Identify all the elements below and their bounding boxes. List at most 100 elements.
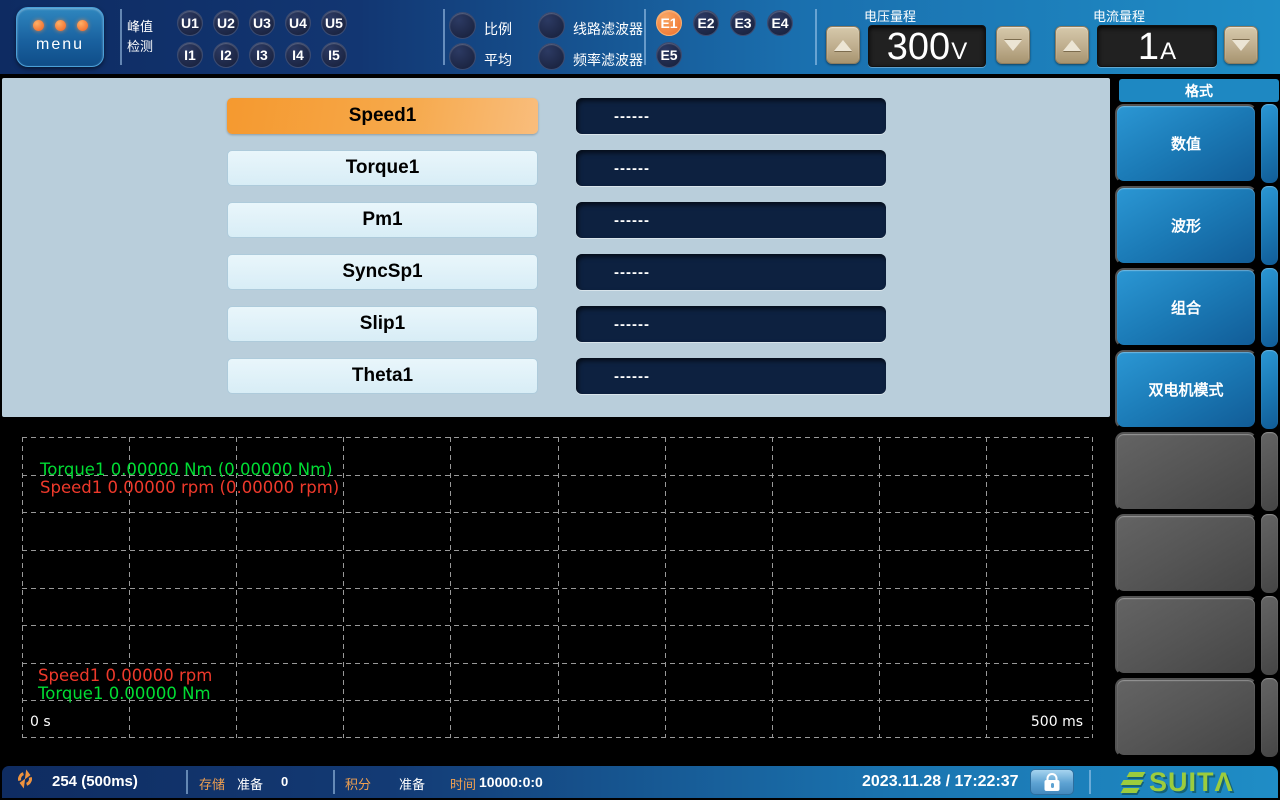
current-range-value: 1	[1138, 27, 1159, 67]
store-status: 准备	[237, 774, 263, 793]
chart-x-end-label: 500 ms	[1031, 713, 1083, 731]
ratio-label: 比例	[484, 19, 512, 39]
element-button-e3[interactable]: E3	[730, 10, 756, 36]
status-bar: 254 (500ms) 存储 准备 0 积分 准备 时间 10000:0:0 2…	[2, 766, 1278, 798]
store-count: 0	[281, 774, 288, 789]
current-range-display: 1 A	[1097, 25, 1217, 67]
value-display-syncsp1: ------	[576, 254, 886, 290]
current-range-label: 电流量程	[1093, 6, 1145, 25]
chart-x-start-label: 0 s	[30, 713, 51, 731]
ratio-indicator	[449, 12, 476, 39]
divider	[333, 770, 335, 794]
menu-dots-icon	[33, 20, 88, 31]
element-button-e5[interactable]: E5	[656, 42, 682, 68]
voltage-range-value: 300	[887, 27, 950, 67]
sidebar-button-empty-1[interactable]	[1115, 432, 1257, 511]
up-arrow-icon	[834, 40, 852, 51]
voltage-range-label: 电压量程	[864, 6, 916, 25]
peak-detect-line1: 峰值	[127, 17, 153, 37]
sidebar-strip-empty-2[interactable]	[1261, 514, 1278, 593]
suita-logo: SUITΛ	[1122, 766, 1234, 798]
peak-detect-line2: 检测	[127, 37, 153, 57]
indicator-u2: U2	[213, 10, 239, 36]
logo-bars-icon	[1122, 772, 1144, 793]
indicator-u3: U3	[249, 10, 275, 36]
sidebar-strip-empty-4[interactable]	[1261, 678, 1278, 757]
indicator-i3: I3	[249, 42, 275, 68]
indicator-u5: U5	[321, 10, 347, 36]
value-display-theta1: ------	[576, 358, 886, 394]
sidebar-strip-empty-1[interactable]	[1261, 432, 1278, 511]
sidebar-strip-numeric[interactable]	[1261, 104, 1278, 183]
value-display-torque1: ------	[576, 150, 886, 186]
line-filter-label: 线路滤波器	[573, 19, 643, 39]
voltage-range-unit: V	[951, 38, 967, 66]
current-range-unit: A	[1160, 38, 1176, 66]
indicator-i1: I1	[177, 42, 203, 68]
voltage-range-down-button[interactable]	[996, 26, 1030, 64]
line-filter-indicator	[538, 12, 565, 39]
indicator-i4: I4	[285, 42, 311, 68]
average-indicator	[449, 43, 476, 70]
sidebar-strip-waveform[interactable]	[1261, 186, 1278, 265]
current-range-up-button[interactable]	[1055, 26, 1089, 64]
sidebar-button-waveform[interactable]: 波形	[1115, 186, 1257, 265]
sidebar-button-empty-2[interactable]	[1115, 514, 1257, 593]
sidebar-strip-empty-3[interactable]	[1261, 596, 1278, 675]
value-display-pm1: ------	[576, 202, 886, 238]
sidebar-button-empty-3[interactable]	[1115, 596, 1257, 675]
waveform-chart: Torque1 0.00000 Nm (0.00000 Nm) Speed1 0…	[22, 437, 1093, 738]
top-bar: menu 峰值 检测 U1 U2 U3 U4 U5 I1 I2 I3 I4 I5…	[0, 0, 1280, 74]
divider	[1089, 770, 1091, 794]
device-screen: menu 峰值 检测 U1 U2 U3 U4 U5 I1 I2 I3 I4 I5…	[0, 0, 1280, 800]
element-button-e1[interactable]: E1	[656, 10, 682, 36]
element-button-e2[interactable]: E2	[693, 10, 719, 36]
sidebar-strip-combination[interactable]	[1261, 268, 1278, 347]
down-arrow-icon	[1004, 40, 1022, 51]
datetime-display: 2023.11.28 / 17:22:37	[862, 773, 1019, 791]
element-button-e4[interactable]: E4	[767, 10, 793, 36]
param-button-syncsp1[interactable]: SyncSp1	[227, 254, 538, 290]
param-button-pm1[interactable]: Pm1	[227, 202, 538, 238]
divider	[443, 9, 445, 65]
average-label: 平均	[484, 50, 512, 70]
voltage-range-display: 300 V	[868, 25, 986, 67]
divider	[120, 9, 122, 65]
freq-filter-label: 频率滤波器	[573, 50, 643, 70]
param-button-torque1[interactable]: Torque1	[227, 150, 538, 186]
chart-annotation-speed-bottom: Speed1 0.00000 rpm	[38, 667, 212, 685]
chart-annotation-speed-top: Speed1 0.00000 rpm (0.00000 rpm)	[40, 479, 339, 497]
voltage-range-up-button[interactable]	[826, 26, 860, 64]
indicator-i2: I2	[213, 42, 239, 68]
indicator-u1: U1	[177, 10, 203, 36]
sidebar-header-format: 格式	[1119, 79, 1279, 102]
current-range-down-button[interactable]	[1224, 26, 1258, 64]
indicator-u4: U4	[285, 10, 311, 36]
sidebar-button-numeric[interactable]: 数值	[1115, 104, 1257, 183]
param-button-theta1[interactable]: Theta1	[227, 358, 538, 394]
integration-status: 准备	[399, 774, 425, 793]
down-arrow-icon	[1232, 40, 1250, 51]
sidebar-button-combination[interactable]: 组合	[1115, 268, 1257, 347]
sidebar-button-empty-4[interactable]	[1115, 678, 1257, 757]
chart-annotation-torque-top: Torque1 0.00000 Nm (0.00000 Nm)	[40, 461, 333, 479]
measurement-panel: Speed1 ------ Torque1 ------ Pm1 ------ …	[2, 78, 1110, 417]
menu-button[interactable]: menu	[16, 7, 104, 67]
param-button-speed1[interactable]: Speed1	[227, 98, 538, 134]
param-button-slip1[interactable]: Slip1	[227, 306, 538, 342]
sidebar-strip-dual-motor[interactable]	[1261, 350, 1278, 429]
store-label: 存储	[199, 774, 225, 793]
value-display-speed1: ------	[576, 98, 886, 134]
indicator-i5: I5	[321, 42, 347, 68]
sidebar-button-dual-motor[interactable]: 双电机模式	[1115, 350, 1257, 429]
time-label: 时间	[450, 774, 476, 793]
menu-button-label: menu	[36, 36, 84, 54]
divider	[644, 9, 646, 65]
update-refresh-icon	[16, 770, 35, 789]
chart-annotation-torque-bottom: Torque1 0.00000 Nm	[38, 685, 211, 703]
divider	[815, 9, 817, 65]
lock-button[interactable]	[1030, 769, 1074, 795]
time-value: 10000:0:0	[479, 774, 543, 790]
peak-detect-label: 峰值 检测	[127, 17, 153, 57]
value-display-slip1: ------	[576, 306, 886, 342]
